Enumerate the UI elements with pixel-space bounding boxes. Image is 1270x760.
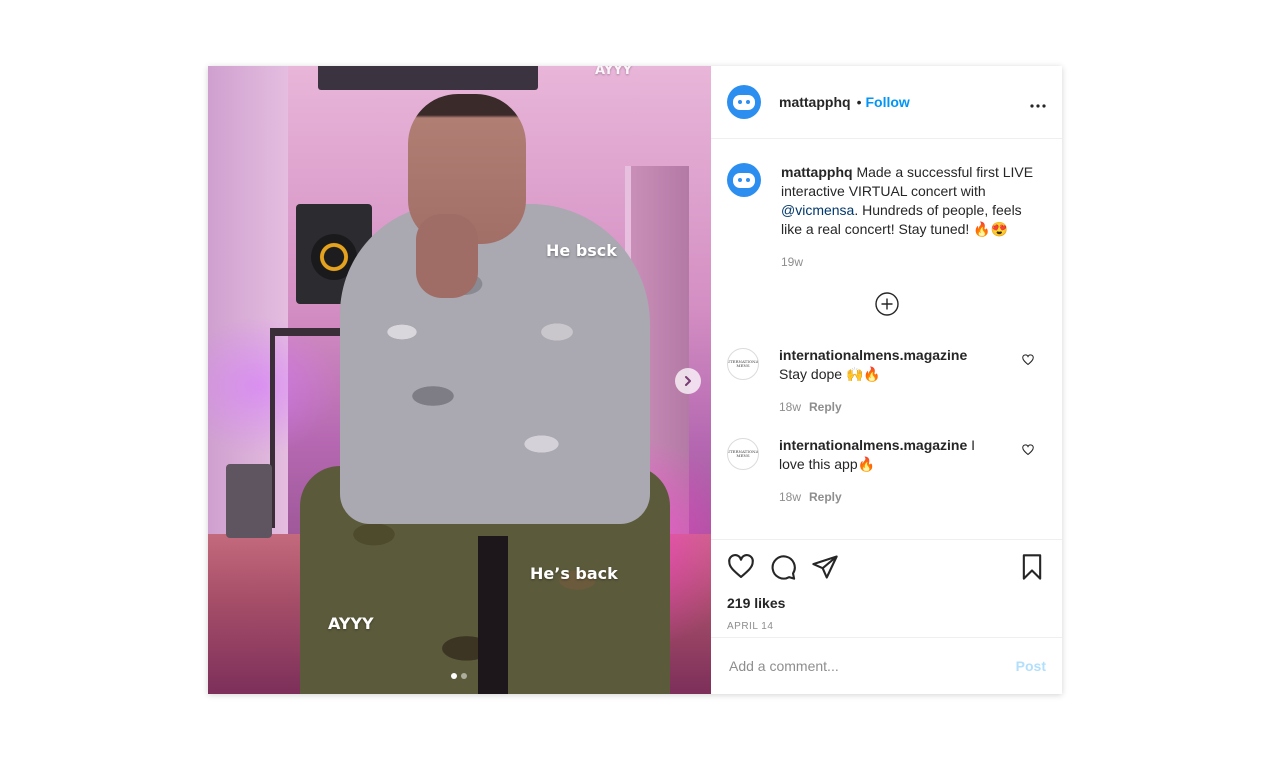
bookmark-icon[interactable] [1018,553,1046,581]
comment-timestamp[interactable]: 18w [779,400,801,414]
avatar[interactable]: INTERNATIONAL MENS [727,348,759,380]
media-overlay-text: He’s back [530,564,618,583]
comment-text: Stay dope 🙌🔥 [779,366,881,382]
media-person [416,214,478,298]
carousel-indicator [451,673,467,679]
carousel-dot [451,673,457,679]
heart-icon[interactable] [727,553,755,581]
media-background [318,66,538,90]
more-icon[interactable] [1030,92,1046,113]
comment-input[interactable] [727,657,1016,675]
post-caption: mattapphq Made a successful first LIVE i… [727,139,1046,269]
avatar[interactable]: INTERNATIONAL MENS [727,438,759,470]
media-overlay-text: AYYY [328,614,374,633]
media-background [226,464,272,538]
comment-item: INTERNATIONAL MENS internationalmens.mag… [727,346,1046,414]
comment-username[interactable]: internationalmens.magazine [779,437,967,453]
reply-button[interactable]: Reply [809,400,842,414]
post-modal: AYYY He bsck He’s back AYYY mattapphq • … [208,66,1062,694]
media-background [478,536,508,694]
comment-icon[interactable] [769,553,797,581]
post-actions: 219 likes APRIL 14 [711,539,1062,637]
comment-username[interactable]: internationalmens.magazine [779,347,967,363]
username-link[interactable]: mattapphq [779,94,851,110]
plus-circle-icon [874,292,899,316]
load-more-comments-button[interactable] [727,292,1046,316]
media-overlay-text: AYYY [595,66,633,78]
post-header: mattapphq • Follow [711,66,1062,139]
caption-timestamp[interactable]: 19w [781,255,803,269]
comment-item: INTERNATIONAL MENS internationalmens.mag… [727,436,1046,504]
post-comment-button[interactable]: Post [1016,658,1046,674]
post-date[interactable]: APRIL 14 [727,621,1046,632]
like-comment-heart-icon[interactable] [1022,444,1034,456]
next-media-button[interactable] [675,368,701,394]
caption-username[interactable]: mattapphq [781,164,853,180]
carousel-dot [461,673,467,679]
separator-dot: • [856,94,862,110]
follow-button[interactable]: Follow [865,94,909,110]
mention-link[interactable]: @vicmensa [781,202,854,218]
comment-timestamp[interactable]: 18w [779,490,801,504]
media-overlay-text: He bsck [546,241,617,260]
avatar[interactable] [727,163,761,197]
post-side-panel: mattapphq • Follow mattapphq Made a succ… [711,66,1062,694]
avatar[interactable] [727,85,761,119]
comments-list[interactable]: mattapphq Made a successful first LIVE i… [711,139,1062,539]
chevron-right-icon [685,376,691,386]
like-comment-heart-icon[interactable] [1022,354,1034,366]
post-media[interactable]: AYYY He bsck He’s back AYYY [208,66,711,694]
share-icon[interactable] [811,553,839,581]
add-comment-form: Post [711,637,1062,694]
likes-count[interactable]: 219 likes [727,595,1046,611]
reply-button[interactable]: Reply [809,490,842,504]
